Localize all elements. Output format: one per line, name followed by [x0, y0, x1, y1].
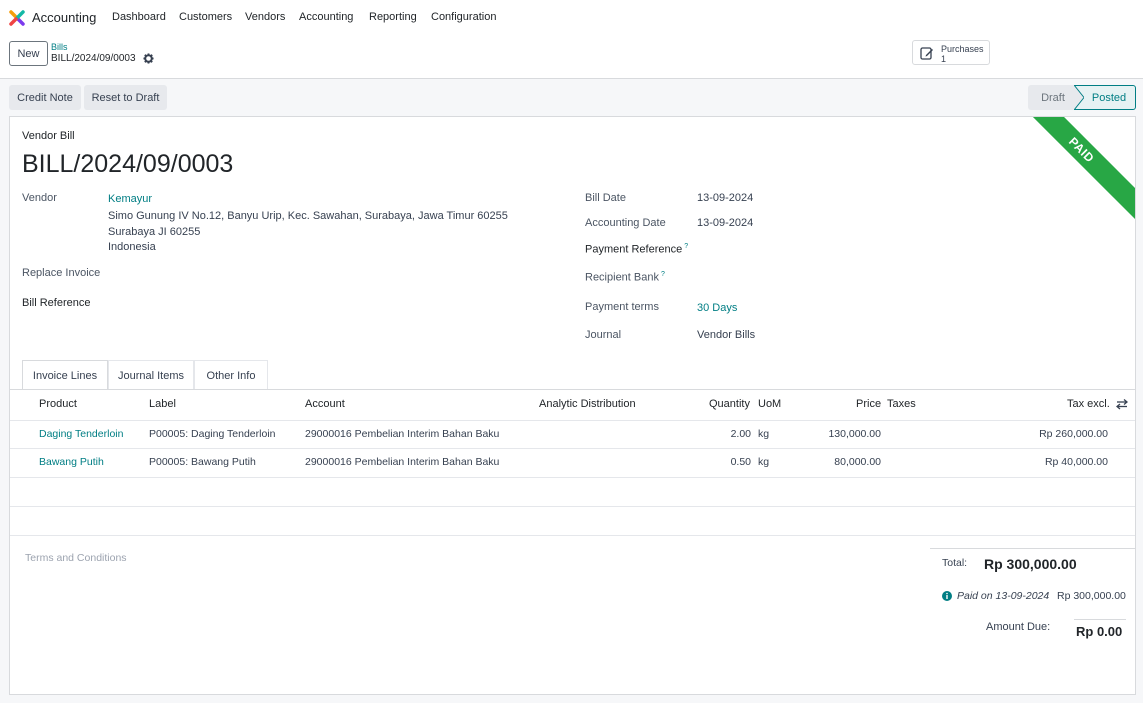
gear-icon[interactable] — [143, 53, 154, 64]
recipient-bank-text: Recipient Bank — [585, 271, 659, 284]
journal-field[interactable]: Vendor Bills — [697, 329, 755, 341]
bill-reference-label: Bill Reference — [22, 297, 91, 309]
row-quantity: 2.00 — [730, 428, 751, 440]
menu-dashboard[interactable]: Dashboard — [112, 11, 166, 23]
status-chevron-icon — [1074, 85, 1084, 110]
menu-accounting[interactable]: Accounting — [299, 11, 353, 23]
new-button[interactable]: New — [9, 41, 48, 66]
bill-date-label: Bill Date — [585, 192, 626, 204]
column-account[interactable]: Account — [305, 398, 345, 410]
row-product[interactable]: Daging Tenderloin — [39, 428, 123, 440]
row-divider — [10, 477, 1135, 478]
amount-due-divider — [1074, 619, 1126, 620]
row-tax-excl: Rp 260,000.00 — [1039, 428, 1108, 440]
payment-reference-label: Payment Reference? — [585, 243, 688, 256]
column-tax-excl[interactable]: Tax excl. — [1067, 398, 1110, 410]
vendor-address-line1: Simo Gunung IV No.12, Banyu Urip, Kec. S… — [108, 210, 508, 222]
totals-divider — [930, 548, 1135, 549]
column-label[interactable]: Label — [149, 398, 176, 410]
row-divider — [10, 506, 1135, 507]
amount-due-value: Rp 0.00 — [1076, 624, 1123, 639]
info-icon[interactable] — [942, 591, 952, 601]
replace-invoice-label: Replace Invoice — [22, 267, 101, 279]
payment-reference-text: Payment Reference — [585, 243, 683, 256]
row-product[interactable]: Bawang Putih — [39, 456, 104, 468]
row-price: 80,000.00 — [834, 456, 881, 468]
reset-to-draft-button[interactable]: Reset to Draft — [84, 85, 167, 110]
recipient-bank-label: Recipient Bank? — [585, 271, 665, 284]
top-navbar: Accounting Dashboard Customers Vendors A… — [0, 0, 1143, 36]
menu-customers[interactable]: Customers — [179, 11, 232, 23]
vendor-label: Vendor — [22, 192, 57, 204]
tab-other-info[interactable]: Other Info — [194, 360, 268, 390]
row-account: 29000016 Pembelian Interim Bahan Baku — [305, 428, 500, 440]
tab-journal-items[interactable]: Journal Items — [108, 360, 194, 390]
column-uom[interactable]: UoM — [758, 398, 781, 410]
column-quantity[interactable]: Quantity — [709, 398, 750, 410]
help-tooltip-icon[interactable]: ? — [684, 243, 688, 250]
amount-due-label: Amount Due: — [986, 621, 1051, 633]
column-analytic-distribution[interactable]: Analytic Distribution — [539, 398, 636, 410]
paid-on-text: Paid on 13-09-2024 — [957, 590, 1050, 602]
vendor-address-line2: Surabaya JI 60255 — [108, 226, 201, 238]
total-label: Total: — [942, 557, 968, 569]
accounting-date-label: Accounting Date — [585, 217, 666, 229]
purchases-smart-button[interactable]: Purchases 1 — [912, 40, 990, 65]
row-tax-excl: Rp 40,000.00 — [1044, 456, 1108, 468]
page-title: BILL/2024/09/0003 — [22, 150, 234, 178]
row-uom: kg — [758, 428, 770, 440]
accounting-date-field[interactable]: 13-09-2024 — [697, 217, 753, 229]
smart-button-count: 1 — [941, 54, 947, 64]
vendor-address-line3: Indonesia — [108, 241, 156, 253]
menu-reporting[interactable]: Reporting — [369, 11, 417, 23]
journal-label: Journal — [585, 329, 622, 341]
total-value: Rp 300,000.00 — [984, 556, 1077, 572]
paid-ribbon: PAID — [1011, 117, 1135, 220]
breadcrumb-bills[interactable]: Bills — [51, 42, 68, 52]
table-header-divider — [10, 420, 1135, 421]
column-price[interactable]: Price — [856, 398, 881, 410]
tab-invoice-lines[interactable]: Invoice Lines — [22, 360, 108, 390]
tab-divider — [10, 389, 1135, 390]
row-divider — [10, 448, 1135, 449]
help-tooltip-icon[interactable]: ? — [661, 271, 665, 278]
row-price: 130,000.00 — [828, 428, 881, 440]
row-account: 29000016 Pembelian Interim Bahan Baku — [305, 456, 500, 468]
control-panel: New Bills BILL/2024/09/0003 Purchases 1 — [0, 36, 1143, 79]
menu-configuration[interactable]: Configuration — [431, 11, 496, 23]
credit-note-button[interactable]: Credit Note — [9, 85, 81, 110]
status-draft[interactable]: Draft — [1028, 85, 1078, 110]
status-bar: Draft Posted — [1028, 85, 1136, 110]
row-label: P00005: Bawang Putih — [149, 456, 256, 468]
payment-terms-label: Payment terms — [585, 301, 659, 313]
column-settings-icon[interactable] — [1116, 398, 1128, 410]
row-uom: kg — [758, 456, 770, 468]
smart-button-label: Purchases — [941, 44, 984, 54]
accounting-app-icon[interactable] — [9, 10, 25, 26]
form-sheet: PAID Vendor Bill BILL/2024/09/0003 Vendo… — [9, 116, 1136, 695]
bill-date-field[interactable]: 13-09-2024 — [697, 192, 753, 204]
row-divider — [10, 535, 1135, 536]
row-label: P00005: Daging Tenderloin — [149, 428, 276, 440]
menu-vendors[interactable]: Vendors — [245, 11, 285, 23]
row-quantity: 0.50 — [730, 456, 751, 468]
column-product[interactable]: Product — [39, 398, 77, 410]
paid-amount: Rp 300,000.00 — [1057, 590, 1126, 602]
vendor-link[interactable]: Kemayur — [108, 193, 152, 205]
edit-document-icon — [920, 47, 933, 60]
app-name[interactable]: Accounting — [32, 10, 96, 25]
document-type: Vendor Bill — [22, 130, 75, 142]
breadcrumb-current: BILL/2024/09/0003 — [51, 53, 136, 64]
terms-and-conditions-field[interactable]: Terms and Conditions — [25, 552, 127, 564]
column-taxes[interactable]: Taxes — [887, 398, 916, 410]
payment-terms-field[interactable]: 30 Days — [697, 302, 737, 314]
